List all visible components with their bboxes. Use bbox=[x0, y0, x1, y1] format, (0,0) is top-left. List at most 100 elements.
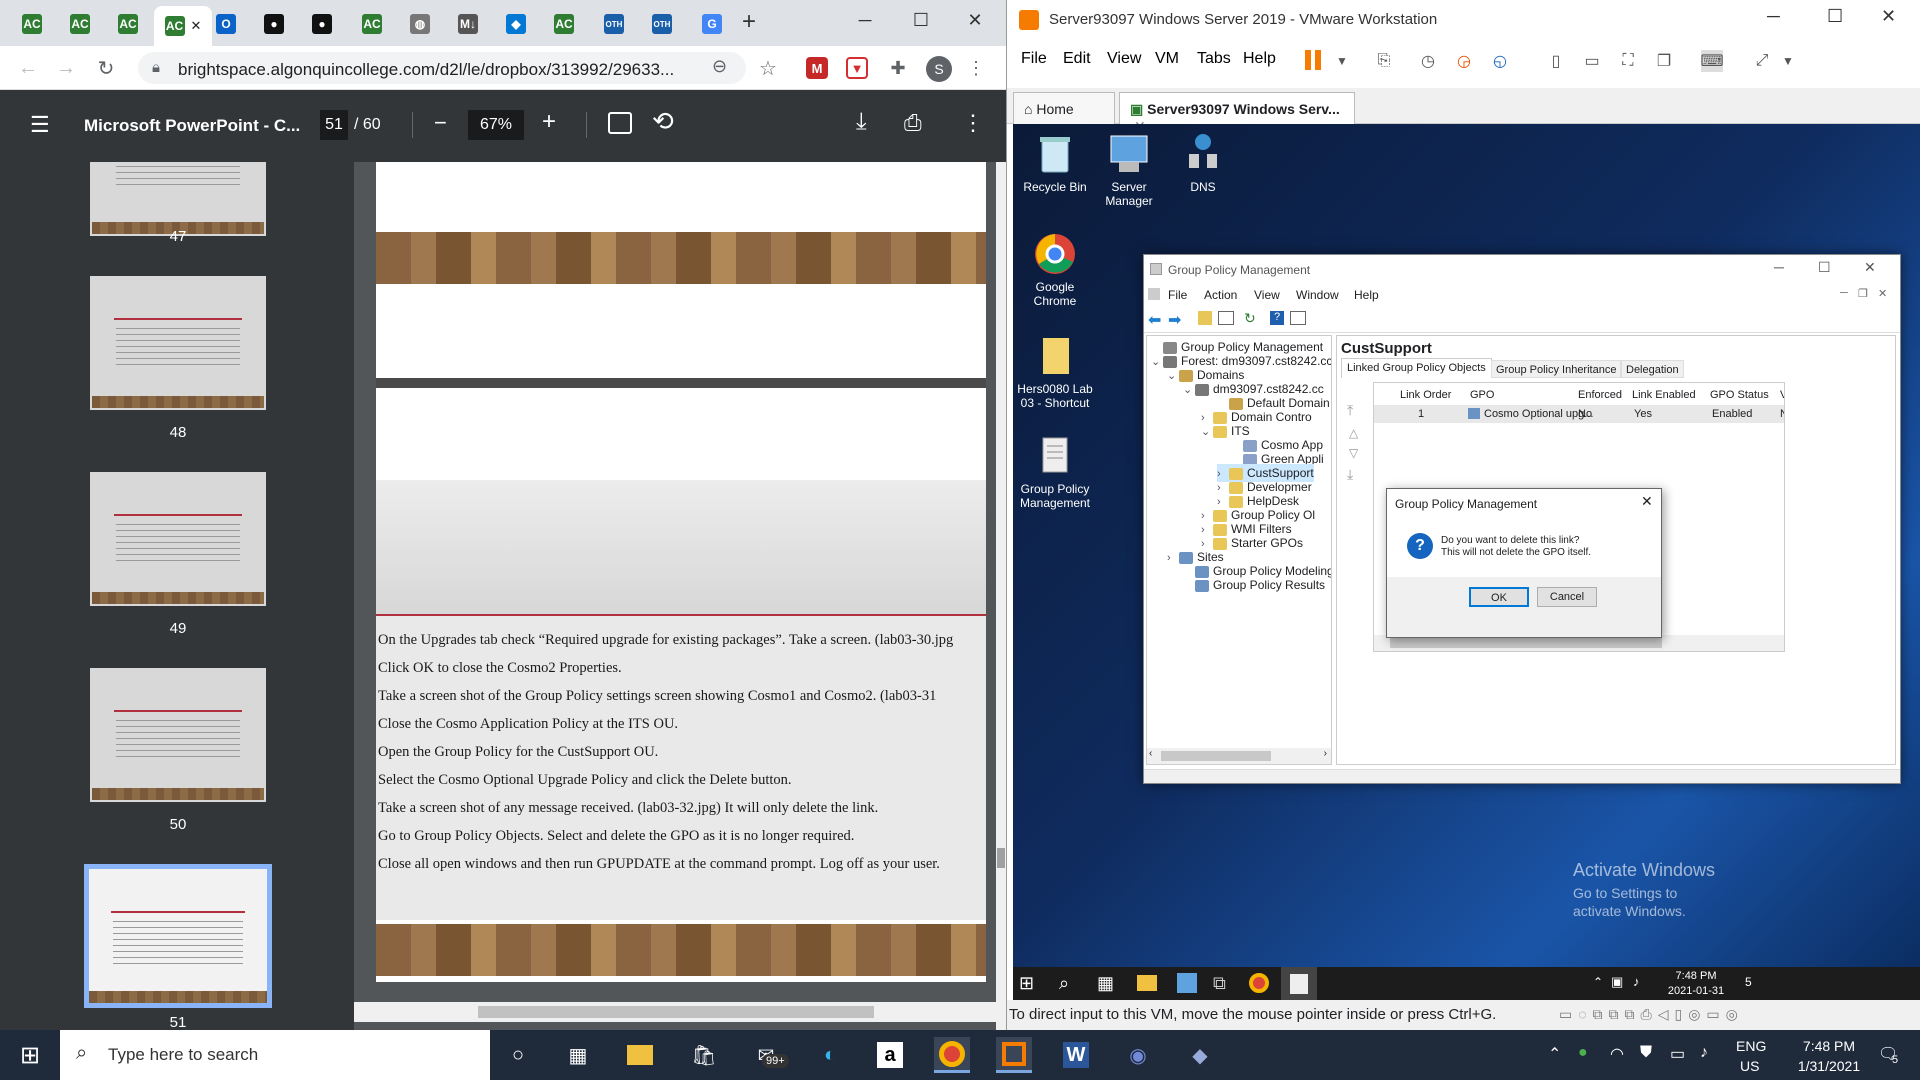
horizontal-scrollbar[interactable] bbox=[354, 1002, 996, 1022]
more-icon[interactable]: ⋮ bbox=[962, 110, 984, 136]
thumbnail-51-selected[interactable] bbox=[84, 864, 272, 1008]
keyboard-layout[interactable]: US bbox=[1740, 1058, 1759, 1074]
tab-gp-inheritance[interactable]: Group Policy Inheritance bbox=[1491, 360, 1622, 378]
tray-chevron-icon[interactable]: ⌃ bbox=[1548, 1044, 1561, 1064]
forward-icon[interactable]: → bbox=[52, 54, 80, 82]
scroll-left-icon[interactable]: ‹ bbox=[1149, 748, 1152, 759]
zoom-input[interactable]: 67% bbox=[468, 110, 524, 140]
zoom-icon[interactable]: ⊖ bbox=[712, 56, 727, 77]
mdi-close-icon[interactable]: ✕ bbox=[1878, 287, 1887, 300]
thumbnail-49[interactable] bbox=[90, 472, 266, 606]
gpm-menu-view[interactable]: View bbox=[1254, 288, 1280, 302]
file-explorer-icon[interactable] bbox=[622, 1037, 658, 1073]
menu-icon[interactable]: ⋮ bbox=[962, 54, 990, 82]
table-row[interactable]: 1 Cosmo Optional upg... No Yes Enabled N bbox=[1374, 405, 1784, 423]
vm-network-icon[interactable]: ⧉ bbox=[1213, 973, 1226, 994]
browser-tab[interactable]: AC bbox=[106, 8, 150, 40]
vm-start-icon[interactable]: ⊞ bbox=[1019, 973, 1034, 994]
browser-tab[interactable]: ◆ bbox=[494, 8, 538, 40]
vm-tray-network-icon[interactable]: ▣ bbox=[1611, 974, 1623, 990]
move-bottom-icon[interactable]: ⤓ bbox=[1347, 466, 1353, 483]
thumbnail-47[interactable] bbox=[90, 162, 266, 236]
snapshot-icon[interactable]: ◷ bbox=[1417, 50, 1439, 72]
page-number-input[interactable]: 51 bbox=[320, 110, 348, 140]
browser-tab[interactable]: ● bbox=[252, 8, 296, 40]
rotate-icon[interactable]: ⟲ bbox=[652, 106, 674, 137]
stretch-dropdown-icon[interactable]: ▼ bbox=[1777, 50, 1799, 72]
back-arrow-icon[interactable]: ⬅ bbox=[1148, 310, 1161, 330]
vm-explorer-icon[interactable] bbox=[1137, 975, 1157, 991]
app-icon[interactable]: ◆ bbox=[1182, 1037, 1218, 1073]
gpm-minimize-button[interactable]: ─ bbox=[1774, 259, 1784, 275]
tab-vm[interactable]: ▣ Server93097 Windows Serv... ✕ bbox=[1119, 92, 1355, 134]
expanded-chevron-icon[interactable]: ⌄ bbox=[1167, 367, 1179, 385]
tab-home[interactable]: ⌂ Home bbox=[1013, 92, 1115, 124]
help-icon[interactable]: ? bbox=[1270, 311, 1284, 325]
mdi-restore-icon[interactable]: ❐ bbox=[1858, 287, 1868, 300]
up-folder-icon[interactable] bbox=[1198, 311, 1212, 325]
word-icon[interactable]: W bbox=[1058, 1037, 1094, 1073]
tab-delegation[interactable]: Delegation bbox=[1621, 360, 1684, 378]
col-gpo[interactable]: GPO bbox=[1470, 389, 1494, 401]
cancel-button[interactable]: Cancel bbox=[1537, 587, 1597, 607]
new-tab-button[interactable]: + bbox=[742, 8, 756, 36]
discord-icon[interactable]: ◉ bbox=[1120, 1037, 1156, 1073]
browser-tab[interactable]: AC bbox=[542, 8, 586, 40]
move-up-icon[interactable]: △ bbox=[1349, 426, 1358, 440]
send-ctrl-alt-del-icon[interactable]: ⎘ bbox=[1373, 50, 1395, 72]
browser-tab[interactable]: AC bbox=[350, 8, 394, 40]
col-link-enabled[interactable]: Link Enabled bbox=[1632, 389, 1696, 401]
tree-hscroll[interactable]: ‹ › bbox=[1147, 748, 1331, 764]
vm-chrome-icon[interactable] bbox=[1249, 973, 1269, 993]
vm-taskview-icon[interactable]: ▦ bbox=[1097, 973, 1114, 994]
gpm-menu-window[interactable]: Window bbox=[1296, 288, 1339, 302]
print-icon[interactable]: ⎙ bbox=[904, 110, 922, 136]
col-enforced[interactable]: Enforced bbox=[1578, 389, 1622, 401]
gpm-menu-action[interactable]: Action bbox=[1204, 288, 1237, 302]
desktop-icon-dns[interactable]: DNS bbox=[1165, 132, 1241, 194]
browser-tab[interactable]: O bbox=[204, 8, 248, 40]
clock-time[interactable]: 7:48 PM bbox=[1774, 1038, 1884, 1054]
address-bar[interactable]: 🔒︎ brightspace.algonquincollege.com/d2l/… bbox=[138, 52, 746, 84]
pocket-extension-icon[interactable]: ▼ bbox=[846, 57, 868, 79]
forward-arrow-icon[interactable]: ➡ bbox=[1168, 310, 1181, 330]
menu-vm[interactable]: VM bbox=[1155, 50, 1179, 68]
desktop-icon-chrome[interactable]: Google Chrome bbox=[1017, 232, 1093, 308]
close-button[interactable]: ✕ bbox=[952, 0, 998, 40]
console-view-icon[interactable]: ⌨ bbox=[1700, 50, 1724, 72]
vm-server-manager-icon[interactable] bbox=[1177, 973, 1197, 993]
cortana-icon[interactable]: ○ bbox=[500, 1037, 536, 1073]
snapshot-manager-icon[interactable]: ◵ bbox=[1489, 50, 1511, 72]
battery-icon[interactable]: ▭ bbox=[1670, 1044, 1685, 1064]
browser-tab[interactable]: ◍ bbox=[398, 8, 442, 40]
edge-icon[interactable]: ◐ bbox=[812, 1037, 848, 1073]
clock-date[interactable]: 1/31/2021 bbox=[1774, 1058, 1884, 1074]
menu-view[interactable]: View bbox=[1107, 50, 1141, 68]
col-wmi[interactable]: V bbox=[1780, 389, 1784, 401]
expanded-chevron-icon[interactable]: ⌄ bbox=[1183, 381, 1195, 399]
move-top-icon[interactable]: ⤒ bbox=[1347, 402, 1353, 419]
collapsed-chevron-icon[interactable]: › bbox=[1167, 549, 1179, 567]
minimize-button[interactable]: ─ bbox=[842, 0, 888, 40]
ok-button[interactable]: OK bbox=[1469, 587, 1529, 607]
menu-edit[interactable]: Edit bbox=[1063, 50, 1091, 68]
desktop-icon-recycle-bin[interactable]: Recycle Bin bbox=[1017, 132, 1093, 194]
language-code[interactable]: ENG bbox=[1736, 1038, 1766, 1054]
vm-notification-icon[interactable]: 5 bbox=[1745, 975, 1752, 989]
expanded-chevron-icon[interactable]: ⌄ bbox=[1201, 423, 1213, 441]
browser-tab[interactable]: AC bbox=[10, 8, 54, 40]
browser-tab[interactable]: AC bbox=[58, 8, 102, 40]
maximize-button[interactable]: ☐ bbox=[898, 0, 944, 40]
desktop-icon-lab-shortcut[interactable]: Hers0080 Lab 03 - Shortcut bbox=[1017, 334, 1093, 410]
reload-icon[interactable]: ↻ bbox=[92, 54, 120, 82]
vm-close-button[interactable]: ✕ bbox=[1881, 6, 1896, 27]
gpm-menu-help[interactable]: Help bbox=[1354, 288, 1379, 302]
browser-tab[interactable]: M↓ bbox=[446, 8, 490, 40]
taskbar-search[interactable]: ⌕ Type here to search bbox=[60, 1030, 490, 1080]
expanded-chevron-icon[interactable]: ⌄ bbox=[1151, 353, 1163, 371]
revert-snapshot-icon[interactable]: ◶ bbox=[1453, 50, 1475, 72]
gpm-maximize-button[interactable]: ☐ bbox=[1818, 259, 1831, 276]
vertical-scrollbar[interactable] bbox=[996, 162, 1006, 1030]
refresh-icon[interactable]: ↻ bbox=[1244, 310, 1256, 327]
fit-page-icon[interactable] bbox=[608, 112, 632, 134]
